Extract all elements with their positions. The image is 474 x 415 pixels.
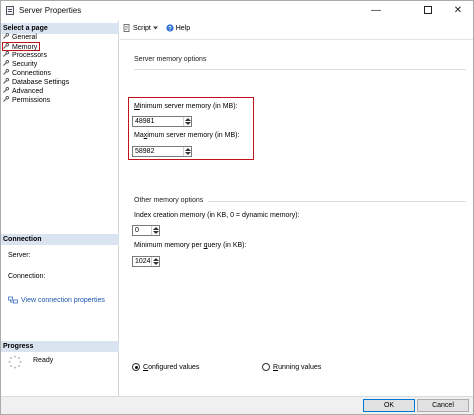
script-icon	[123, 24, 130, 32]
running-values-radio[interactable]: Running values	[262, 363, 321, 371]
server-memory-highlight	[128, 97, 254, 160]
sidebar-item-label: Security	[12, 61, 38, 68]
server-memory-options-title: Server memory options	[134, 56, 207, 63]
wrench-icon	[3, 51, 9, 57]
maximize-icon	[424, 6, 432, 15]
progress-spinner-icon	[8, 355, 22, 369]
ok-button[interactable]: OK	[363, 399, 415, 412]
wrench-icon	[3, 78, 9, 84]
maximize-button[interactable]	[411, 1, 445, 21]
wrench-icon	[3, 87, 9, 93]
wrench-icon	[3, 60, 9, 66]
wrench-icon	[3, 33, 9, 39]
connection-label: Connection:	[8, 273, 46, 280]
sidebar-item-label: Advanced	[12, 88, 44, 95]
view-connection-properties-link[interactable]: View connection properties	[8, 296, 105, 304]
sidebar-item-advanced[interactable]: Advanced	[3, 87, 43, 96]
sidebar-item-permissions[interactable]: Permissions	[3, 96, 50, 105]
window-title: Server Properties	[19, 6, 82, 15]
sidebar-item-label: General	[12, 34, 37, 41]
connection-properties-icon	[8, 296, 18, 304]
toolbar-divider	[120, 39, 473, 40]
dialog-footer: OK Cancel	[1, 396, 473, 414]
close-button[interactable]: ✕	[441, 1, 474, 21]
sidebar-item-label: Database Settings	[12, 79, 70, 86]
toolbar: Script ? Help	[123, 24, 196, 36]
radio-unselected-indicator	[262, 363, 270, 371]
other-memory-options-title: Other memory options	[134, 197, 204, 204]
sidebar-item-connections[interactable]: Connections	[3, 69, 51, 78]
progress-status: Ready	[33, 357, 54, 364]
sidebar-item-memory[interactable]: Memory	[2, 42, 41, 51]
server-properties-icon	[6, 6, 14, 15]
chevron-down-icon	[152, 26, 158, 30]
script-button[interactable]: Script	[123, 24, 158, 32]
sidebar-item-general[interactable]: General	[3, 33, 37, 42]
spin-arrows[interactable]	[151, 226, 159, 235]
index-creation-memory-label: Index creation memory (in KB, 0 = dynami…	[134, 212, 300, 219]
index-creation-memory-value: 0	[135, 227, 139, 234]
svg-text:?: ?	[168, 26, 172, 32]
min-memory-per-query-label: Minimum memory per query (in KB):	[134, 242, 247, 249]
sidebar-item-label: Permissions	[12, 97, 51, 104]
group-divider	[208, 201, 466, 202]
memory-page: Script ? Help Server memory options Mini…	[120, 21, 473, 396]
progress-header: Progress	[1, 341, 119, 352]
sidebar-item-label: Processors	[12, 52, 48, 59]
script-label: Script	[132, 24, 151, 32]
title-bar: Server Properties — ✕	[1, 1, 473, 21]
help-button[interactable]: ? Help	[166, 24, 190, 32]
wrench-icon	[3, 96, 9, 102]
cancel-button[interactable]: Cancel	[417, 399, 469, 412]
spin-arrows[interactable]	[151, 257, 159, 266]
sidebar-item-label: Memory	[12, 44, 38, 51]
wrench-icon	[3, 43, 9, 49]
configured-values-radio[interactable]: Configured values	[132, 363, 199, 371]
help-icon: ?	[166, 24, 174, 32]
server-label: Server:	[8, 252, 31, 259]
sidebar-item-database-settings[interactable]: Database Settings	[3, 78, 69, 87]
radio-selected-indicator	[132, 363, 140, 371]
min-memory-per-query-input[interactable]: 1024	[132, 256, 160, 267]
sidebar-item-security[interactable]: Security	[3, 60, 37, 69]
index-creation-memory-input[interactable]: 0	[132, 225, 160, 236]
sidebar-item-processors[interactable]: Processors	[3, 51, 47, 60]
left-pane: Select a page General Memory Processors …	[1, 21, 119, 396]
connection-header: Connection	[1, 234, 119, 245]
view-connection-properties-label: View connection properties	[21, 296, 105, 304]
min-memory-per-query-value: 1024	[135, 258, 151, 265]
help-label: Help	[175, 24, 191, 32]
wrench-icon	[3, 69, 9, 75]
server-properties-window: Server Properties — ✕ Select a page Gene…	[0, 0, 474, 415]
group-divider	[134, 69, 466, 70]
sidebar-item-label: Connections	[12, 70, 51, 77]
minimize-button[interactable]: —	[359, 1, 393, 21]
